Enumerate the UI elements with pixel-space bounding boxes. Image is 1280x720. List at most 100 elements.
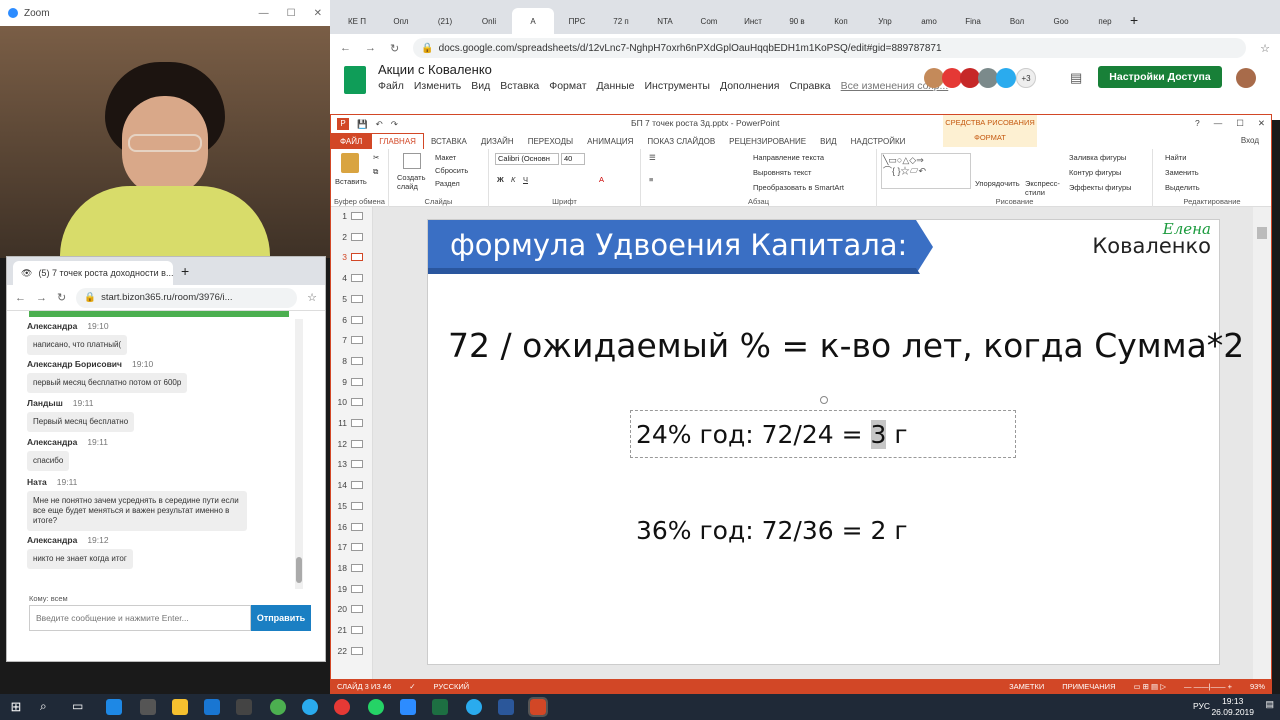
chat-scrollbar[interactable] <box>295 319 303 589</box>
send-button[interactable]: Отправить <box>251 605 311 631</box>
powerpoint-icon[interactable] <box>528 697 548 717</box>
shape-fill-button[interactable]: Заливка фигуры <box>1069 153 1126 162</box>
browser-tab[interactable]: Инст <box>732 8 774 34</box>
example-line-24[interactable]: 24% год: 72/24 = 3 г <box>636 420 908 449</box>
undo-icon[interactable]: ↶ <box>376 119 383 130</box>
slide-thumbnail[interactable]: 2 <box>333 232 369 242</box>
copy-icon[interactable]: ⧉ <box>373 167 378 177</box>
smartart-button[interactable]: Преобразовать в SmartArt <box>753 183 844 192</box>
rotate-handle[interactable] <box>820 396 828 404</box>
skype-icon[interactable] <box>302 699 318 715</box>
bullets-icon[interactable]: ☰ <box>649 153 656 162</box>
comments-icon[interactable]: ▤ <box>1070 70 1082 86</box>
collaborator-avatar[interactable] <box>978 68 998 88</box>
cut-icon[interactable]: ✂ <box>373 153 379 162</box>
slide[interactable]: формула Удвоения Капитала: Елена Ковален… <box>427 219 1244 665</box>
more-collaborators[interactable]: +3 <box>1016 68 1036 88</box>
slide-thumbnail[interactable]: 6 <box>333 315 369 325</box>
minimize-icon[interactable]: — <box>1214 118 1223 129</box>
store-icon[interactable] <box>140 699 156 715</box>
quick-styles-button[interactable]: Экспресс-стили <box>1025 179 1065 197</box>
layout-button[interactable]: Макет <box>435 153 456 162</box>
slide-thumbnail[interactable]: 17 <box>333 542 369 552</box>
formula-text[interactable]: 72 / ожидаемый % = к-во лет, когда Сумма… <box>448 326 1244 365</box>
account-avatar[interactable] <box>1236 68 1256 88</box>
close-icon[interactable]: ✕ <box>1258 118 1265 129</box>
doc-title[interactable]: Акции с Коваленко <box>378 62 492 77</box>
message-input[interactable] <box>29 605 251 631</box>
select-button[interactable]: Выделить <box>1165 183 1200 192</box>
browser-tab[interactable]: Onli <box>468 8 510 34</box>
slide-thumbnail[interactable]: 8 <box>333 356 369 366</box>
browser-tab[interactable]: 72 п <box>600 8 642 34</box>
forward-icon[interactable]: → <box>36 292 47 304</box>
back-icon[interactable]: ← <box>340 42 351 54</box>
redo-icon[interactable]: ↷ <box>391 119 398 130</box>
menu-item[interactable]: Справка <box>789 80 830 92</box>
notifications-icon[interactable]: ▤ <box>1265 699 1274 710</box>
sign-in-link[interactable]: Вход <box>1241 136 1259 145</box>
ribbon-tab[interactable]: ФАЙЛ <box>331 133 372 149</box>
task-view-icon[interactable]: ▭ <box>72 699 88 715</box>
folder-icon[interactable] <box>172 699 188 715</box>
section-button[interactable]: Раздел <box>435 179 460 188</box>
slide-thumbnail[interactable]: 13 <box>333 459 369 469</box>
clock[interactable]: 19:13 26.09.2019 <box>1211 696 1254 718</box>
menu-item[interactable]: Инструменты <box>644 80 709 92</box>
back-icon[interactable]: ← <box>15 292 26 304</box>
paste-icon[interactable] <box>341 153 359 173</box>
ribbon-tab[interactable]: ДИЗАЙН <box>474 137 521 146</box>
star-icon[interactable]: ☆ <box>307 291 317 304</box>
menu-item[interactable]: Файл <box>378 80 404 92</box>
view-buttons[interactable]: ▭ ⊞ ▤ ▷ <box>1134 682 1166 691</box>
ribbon-tab[interactable]: НАДСТРОЙКИ <box>844 137 913 146</box>
browser-tab[interactable]: Вол <box>996 8 1038 34</box>
browser-tab[interactable]: Fina <box>952 8 994 34</box>
input-language[interactable]: РУС <box>1193 701 1210 711</box>
font-color-icon[interactable]: A <box>599 175 604 184</box>
browser-tab[interactable]: NTA <box>644 8 686 34</box>
browser-tab[interactable]: Упр <box>864 8 906 34</box>
help-icon[interactable]: ? <box>1195 118 1200 129</box>
ribbon-tab[interactable]: ВСТАВКА <box>424 137 474 146</box>
slide-thumbnail[interactable]: 4 <box>333 273 369 283</box>
new-slide-icon[interactable] <box>403 153 421 169</box>
collaborator-avatar[interactable] <box>960 68 980 88</box>
reset-button[interactable]: Сбросить <box>435 166 468 175</box>
ribbon-tab[interactable]: ПОКАЗ СЛАЙДОВ <box>640 137 722 146</box>
ribbon-tab[interactable]: РЕЦЕНЗИРОВАНИЕ <box>722 137 813 146</box>
sheets-logo-icon[interactable] <box>344 66 366 94</box>
browser-tab[interactable]: 90 в <box>776 8 818 34</box>
browser-tab[interactable]: КЕ П <box>336 8 378 34</box>
browser-tab[interactable]: ПРС <box>556 8 598 34</box>
replace-button[interactable]: Заменить <box>1165 168 1199 177</box>
browser-tab[interactable]: Com <box>688 8 730 34</box>
zoom-level[interactable]: 93% <box>1250 682 1265 691</box>
menu-item[interactable]: Дополнения <box>720 80 779 92</box>
font-size-select[interactable]: 40 <box>561 153 585 165</box>
chat-scroll-thumb[interactable] <box>296 557 302 583</box>
forward-icon[interactable]: → <box>365 42 376 54</box>
notes-button[interactable]: ЗАМЕТКИ <box>1009 682 1044 691</box>
excel-icon[interactable] <box>432 699 448 715</box>
word-icon[interactable] <box>498 699 514 715</box>
ribbon-tab[interactable]: ВИД <box>813 137 844 146</box>
share-button[interactable]: Настройки Доступа <box>1098 66 1222 88</box>
menu-item[interactable]: Формат <box>549 80 586 92</box>
menu-item[interactable]: Вставка <box>500 80 539 92</box>
slide-thumbnail[interactable]: 12 <box>333 439 369 449</box>
browser-tab[interactable]: (21) <box>424 8 466 34</box>
comments-button[interactable]: ПРИМЕЧАНИЯ <box>1062 682 1115 691</box>
spellcheck-icon[interactable]: ✓ <box>409 682 415 691</box>
slide-thumbnail[interactable]: 20 <box>333 604 369 614</box>
new-tab-icon[interactable]: + <box>1130 12 1138 28</box>
slide-thumbnail[interactable]: 9 <box>333 377 369 387</box>
new-tab-icon[interactable]: + <box>181 263 189 279</box>
menu-item[interactable]: Вид <box>471 80 490 92</box>
example-line-36[interactable]: 36% год: 72/36 = 2 г <box>636 516 907 545</box>
collaborator-avatar[interactable] <box>942 68 962 88</box>
italic-button[interactable]: К <box>511 175 515 184</box>
chrome-icon[interactable] <box>270 699 286 715</box>
slide-thumbnail[interactable]: 1 <box>333 211 369 221</box>
slide-thumbnail[interactable]: 5 <box>333 294 369 304</box>
